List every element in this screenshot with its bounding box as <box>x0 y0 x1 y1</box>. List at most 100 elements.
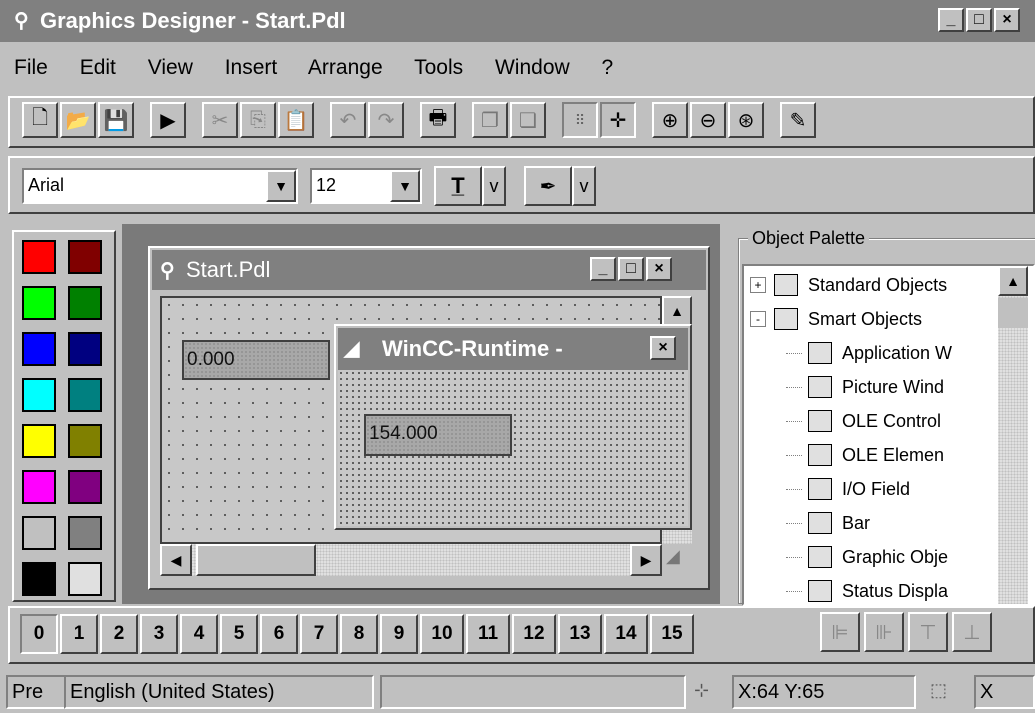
tree-item[interactable]: + Standard Objects <box>750 268 947 302</box>
open-folder-icon[interactable]: 📂 <box>60 102 96 138</box>
close-button[interactable]: × <box>646 257 672 281</box>
layer-button[interactable]: 4 <box>180 614 218 654</box>
zoom-area-icon[interactable]: ⊛ <box>728 102 764 138</box>
align-top-icon[interactable]: ⊤ <box>908 612 948 652</box>
zoom-in-icon[interactable]: ⊕ <box>652 102 688 138</box>
layer-button[interactable]: 6 <box>260 614 298 654</box>
tree-item[interactable]: Picture Wind <box>786 370 944 404</box>
scroll-left-icon[interactable]: ◀ <box>160 544 192 576</box>
tree-item[interactable]: Bar <box>786 506 870 540</box>
expander-icon[interactable]: + <box>750 277 766 293</box>
grid-icon[interactable]: ⠿ <box>562 102 598 138</box>
menu-arrange[interactable]: Arrange <box>308 56 383 79</box>
resize-grip-icon[interactable]: ◢ <box>666 546 692 576</box>
tree-item[interactable]: Graphic Obje <box>786 540 948 574</box>
expander-icon[interactable]: - <box>750 311 766 327</box>
tree-item[interactable]: OLE Control <box>786 404 941 438</box>
zoom-out-icon[interactable]: ⊖ <box>690 102 726 138</box>
color-swatch[interactable] <box>68 562 102 596</box>
menu-window[interactable]: Window <box>495 56 570 79</box>
snap-icon[interactable]: ✛ <box>600 102 636 138</box>
menu-edit[interactable]: Edit <box>80 56 116 79</box>
color-swatch[interactable] <box>68 286 102 320</box>
layer-button[interactable]: 2 <box>100 614 138 654</box>
cut-icon[interactable]: ✂ <box>202 102 238 138</box>
color-swatch[interactable] <box>68 516 102 550</box>
menu-file[interactable]: File <box>14 56 48 79</box>
layer-button[interactable]: 11 <box>466 614 510 654</box>
layer-button[interactable]: 8 <box>340 614 378 654</box>
bring-to-front-icon[interactable]: ❐ <box>472 102 508 138</box>
scroll-up-icon[interactable]: ▲ <box>662 296 692 326</box>
layer-button[interactable]: 1 <box>60 614 98 654</box>
chevron-down-icon[interactable]: ▼ <box>390 170 420 202</box>
redo-icon[interactable]: ↷ <box>368 102 404 138</box>
menu-tools[interactable]: Tools <box>414 56 463 79</box>
layer-button[interactable]: 14 <box>604 614 648 654</box>
maximize-button[interactable]: □ <box>966 8 992 32</box>
maximize-button[interactable]: □ <box>618 257 644 281</box>
color-swatch[interactable] <box>22 286 56 320</box>
color-swatch[interactable] <box>68 378 102 412</box>
layer-button[interactable]: 9 <box>380 614 418 654</box>
tree-scrollbar[interactable]: ▲ <box>998 266 1028 604</box>
new-document-icon[interactable]: 🗋 <box>22 102 58 138</box>
send-to-back-icon[interactable]: ❏ <box>510 102 546 138</box>
color-swatch[interactable] <box>22 240 56 274</box>
eyedropper-icon[interactable]: ✎ <box>780 102 816 138</box>
tree-item[interactable]: Application W <box>786 336 952 370</box>
layer-button[interactable]: 10 <box>420 614 464 654</box>
layer-button[interactable]: 13 <box>558 614 602 654</box>
text-color-dropdown[interactable]: v <box>482 166 506 206</box>
color-swatch[interactable] <box>22 516 56 550</box>
tree-item[interactable]: Status Displa <box>786 574 948 604</box>
layer-button[interactable]: 0 <box>20 614 58 654</box>
layer-button[interactable]: 12 <box>512 614 556 654</box>
minimize-button[interactable]: _ <box>938 8 964 32</box>
tree-item[interactable]: I/O Field <box>786 472 910 506</box>
menu-help[interactable]: ? <box>602 56 614 79</box>
layer-button[interactable]: 3 <box>140 614 178 654</box>
tree-item[interactable]: OLE Elemen <box>786 438 944 472</box>
color-swatch[interactable] <box>68 470 102 504</box>
layer-button[interactable]: 7 <box>300 614 338 654</box>
horizontal-scrollbar[interactable]: ◀ ▶ <box>160 544 662 576</box>
tree-item[interactable]: - Smart Objects <box>750 302 922 336</box>
paste-icon[interactable]: 📋 <box>278 102 314 138</box>
scroll-track[interactable] <box>998 298 1028 328</box>
chevron-down-icon[interactable]: ▼ <box>266 170 296 202</box>
layer-button[interactable]: 15 <box>650 614 694 654</box>
io-field-runtime[interactable]: 154.000 <box>364 414 512 456</box>
color-swatch[interactable] <box>22 470 56 504</box>
text-color-icon[interactable]: T̲ <box>434 166 482 206</box>
size-select[interactable]: 12 ▼ <box>310 168 422 204</box>
scroll-thumb[interactable] <box>196 544 316 576</box>
document-titlebar[interactable]: ⚲ Start.Pdl _ □ × <box>152 250 706 290</box>
color-swatch[interactable] <box>22 332 56 366</box>
color-swatch[interactable] <box>68 332 102 366</box>
save-icon[interactable]: 💾 <box>98 102 134 138</box>
scroll-up-icon[interactable]: ▲ <box>998 266 1028 296</box>
close-button[interactable]: × <box>650 336 676 360</box>
line-color-dropdown[interactable]: v <box>572 166 596 206</box>
runtime-titlebar[interactable]: ◢ WinCC-Runtime - × <box>338 328 688 370</box>
print-icon[interactable]: 🖶 <box>420 102 456 138</box>
close-button[interactable]: × <box>994 8 1020 32</box>
scroll-right-icon[interactable]: ▶ <box>630 544 662 576</box>
color-swatch[interactable] <box>68 240 102 274</box>
color-swatch[interactable] <box>22 562 56 596</box>
menu-view[interactable]: View <box>148 56 193 79</box>
color-swatch[interactable] <box>22 424 56 458</box>
menu-insert[interactable]: Insert <box>225 56 278 79</box>
line-color-icon[interactable]: ✒ <box>524 166 572 206</box>
minimize-button[interactable]: _ <box>590 257 616 281</box>
color-swatch[interactable] <box>22 378 56 412</box>
run-icon[interactable]: ▶ <box>150 102 186 138</box>
undo-icon[interactable]: ↶ <box>330 102 366 138</box>
align-left-icon[interactable]: ⊫ <box>820 612 860 652</box>
app-titlebar[interactable]: ⚲ Graphics Designer - Start.Pdl _ □ × <box>0 0 1035 42</box>
font-select[interactable]: Arial ▼ <box>22 168 298 204</box>
align-right-icon[interactable]: ⊪ <box>864 612 904 652</box>
io-field-output[interactable]: 0.000 <box>182 340 330 380</box>
align-bottom-icon[interactable]: ⊥ <box>952 612 992 652</box>
